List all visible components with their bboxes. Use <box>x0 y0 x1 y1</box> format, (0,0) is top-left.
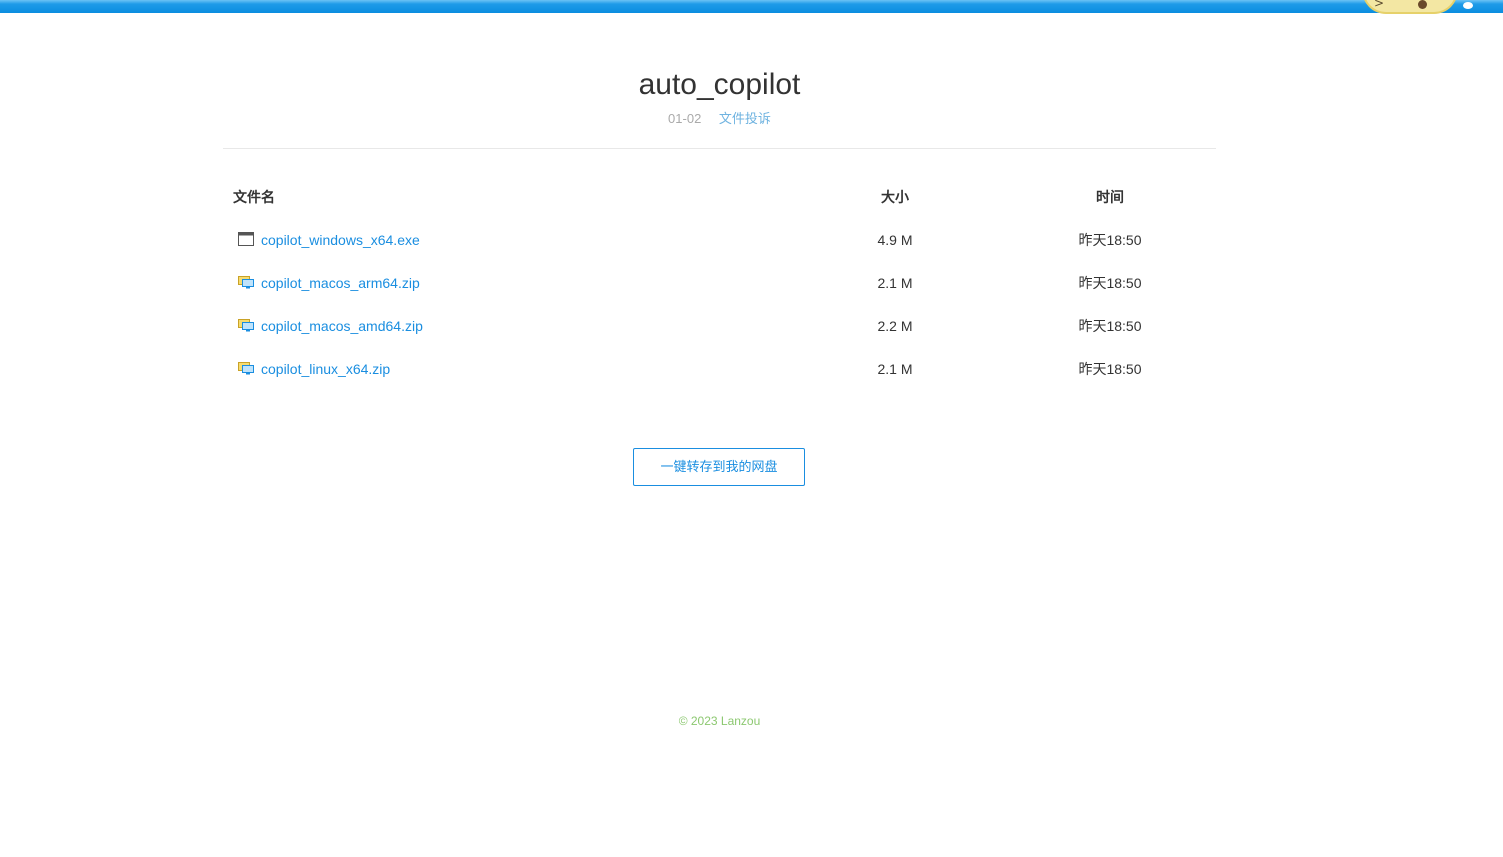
file-name-cell: copilot_windows_x64.exe <box>233 219 420 262</box>
exe-file-icon <box>238 232 254 247</box>
table-row: copilot_windows_x64.exe 4.9 M 昨天18:50 <box>223 219 1216 262</box>
mascot-eye <box>1418 0 1427 9</box>
column-header-time: 时间 <box>1096 189 1124 205</box>
file-name-cell: copilot_linux_x64.zip <box>233 348 390 391</box>
top-bar <box>0 0 1503 13</box>
file-link[interactable]: copilot_macos_arm64.zip <box>261 275 420 291</box>
header-divider <box>223 148 1216 149</box>
file-size-cell: 2.2 M <box>877 318 913 334</box>
file-size-cell: 4.9 M <box>877 232 913 248</box>
report-link[interactable]: 文件投诉 <box>719 111 771 126</box>
page-header: auto_copilot 01-02 文件投诉 <box>223 60 1216 128</box>
file-size-cell: 2.1 M <box>877 275 913 291</box>
table-row: copilot_macos_amd64.zip 2.2 M 昨天18:50 <box>223 305 1216 348</box>
mascot-dot <box>1463 2 1473 9</box>
zip-file-icon <box>238 362 254 375</box>
file-link[interactable]: copilot_linux_x64.zip <box>261 361 390 377</box>
zip-file-icon <box>238 276 254 289</box>
file-time-cell: 昨天18:50 <box>1078 275 1142 291</box>
mascot-icon: > <box>1362 0 1458 14</box>
share-date: 01-02 <box>668 111 702 126</box>
column-header-name: 文件名 <box>233 189 275 205</box>
file-name-cell: copilot_macos_amd64.zip <box>233 305 423 348</box>
mascot-beak: > <box>1374 0 1385 10</box>
table-row: copilot_linux_x64.zip 2.1 M 昨天18:50 <box>223 348 1216 391</box>
table-header-row: 文件名 大小 时间 <box>223 176 1216 219</box>
file-table: 文件名 大小 时间 copilot_windows_x64.exe 4.9 M … <box>223 176 1216 391</box>
zip-file-icon <box>238 319 254 332</box>
file-link[interactable]: copilot_macos_amd64.zip <box>261 318 423 334</box>
page-title: auto_copilot <box>638 68 801 101</box>
file-time-cell: 昨天18:50 <box>1078 318 1142 334</box>
file-link[interactable]: copilot_windows_x64.exe <box>261 232 420 248</box>
save-to-disk-button[interactable]: 一键转存到我的网盘 <box>633 448 805 486</box>
file-time-cell: 昨天18:50 <box>1078 361 1142 377</box>
file-name-cell: copilot_macos_arm64.zip <box>233 262 420 305</box>
file-time-cell: 昨天18:50 <box>1078 232 1142 248</box>
file-size-cell: 2.1 M <box>877 361 913 377</box>
table-row: copilot_macos_arm64.zip 2.1 M 昨天18:50 <box>223 262 1216 305</box>
footer-copyright: © 2023 Lanzou <box>678 714 761 728</box>
column-header-size: 大小 <box>881 189 909 205</box>
page-meta: 01-02 文件投诉 <box>223 110 1216 128</box>
